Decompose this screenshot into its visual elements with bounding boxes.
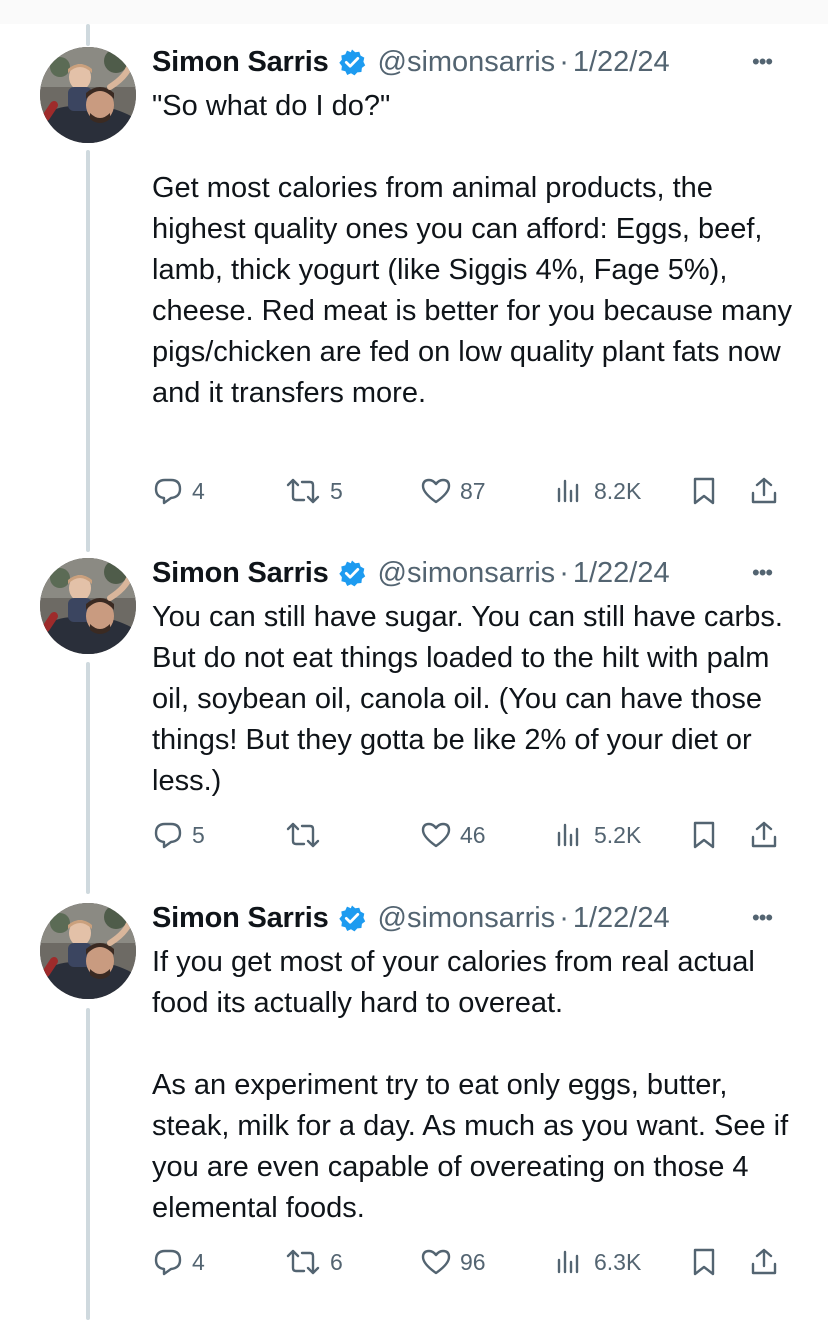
bookmark-icon xyxy=(693,477,715,505)
like-count: 96 xyxy=(460,1248,486,1275)
bookmark-button[interactable] xyxy=(688,471,720,511)
repost-icon xyxy=(286,1249,320,1275)
author-name[interactable]: Simon Sarris xyxy=(152,902,329,935)
share-button[interactable] xyxy=(748,815,780,855)
views-chart-icon xyxy=(557,823,579,847)
thread-line xyxy=(86,662,90,894)
more-options-icon[interactable]: ••• xyxy=(752,562,788,584)
reply-button[interactable]: 4 xyxy=(152,1242,205,1282)
reply-icon xyxy=(154,822,182,849)
verified-badge-icon xyxy=(337,48,366,76)
views-chart-icon xyxy=(557,479,579,503)
avatar[interactable] xyxy=(40,903,136,999)
bookmark-button[interactable] xyxy=(688,1242,720,1282)
like-button[interactable]: 96 xyxy=(420,1242,486,1282)
top-strip xyxy=(0,0,828,24)
tweet-date[interactable]: 1/22/24 xyxy=(573,902,670,935)
bookmark-button[interactable] xyxy=(688,815,720,855)
reply-count: 4 xyxy=(192,1248,205,1275)
separator-dot: · xyxy=(559,901,569,934)
avatar[interactable] xyxy=(40,47,136,143)
tweet-actions: 4 6 96 6.3K xyxy=(152,1242,792,1282)
like-button[interactable]: 87 xyxy=(420,471,486,511)
author-handle[interactable]: @simonsarris xyxy=(378,46,556,79)
heart-icon xyxy=(421,478,451,504)
bookmark-icon xyxy=(693,821,715,849)
more-options-icon[interactable]: ••• xyxy=(752,907,788,929)
thread-line xyxy=(86,1008,90,1320)
tweet-header: Simon Sarris @simonsarris · 1/22/24 xyxy=(152,42,670,82)
view-count: 6.3K xyxy=(594,1248,642,1275)
repost-count: 5 xyxy=(330,477,343,504)
views-button[interactable]: 8.2K xyxy=(554,471,641,511)
like-count: 87 xyxy=(460,477,486,504)
reply-count: 5 xyxy=(192,821,205,848)
separator-dot: · xyxy=(559,45,569,78)
like-button[interactable]: 46 xyxy=(420,815,486,855)
heart-icon xyxy=(421,1249,451,1275)
author-name[interactable]: Simon Sarris xyxy=(152,46,329,79)
thread-line xyxy=(86,150,90,552)
repost-button[interactable]: 6 xyxy=(284,1242,343,1282)
repost-count: 6 xyxy=(330,1248,343,1275)
bookmark-icon xyxy=(693,1248,715,1276)
share-button[interactable] xyxy=(748,471,780,511)
reply-count: 4 xyxy=(192,477,205,504)
tweet-text: If you get most of your calories from re… xyxy=(152,946,789,1224)
tweet-header: Simon Sarris @simonsarris · 1/22/24 xyxy=(152,898,670,938)
repost-icon xyxy=(286,822,320,848)
author-handle[interactable]: @simonsarris xyxy=(378,557,556,590)
share-icon xyxy=(751,1248,777,1275)
reply-button[interactable]: 5 xyxy=(152,815,205,855)
repost-icon xyxy=(286,478,320,504)
reply-icon xyxy=(154,1249,182,1276)
like-count: 46 xyxy=(460,821,486,848)
views-button[interactable]: 5.2K xyxy=(554,815,641,855)
author-name[interactable]: Simon Sarris xyxy=(152,557,329,590)
thread-line xyxy=(86,24,90,46)
separator-dot: · xyxy=(559,556,569,589)
verified-badge-icon xyxy=(337,904,366,932)
views-chart-icon xyxy=(557,1250,579,1274)
share-icon xyxy=(751,477,777,504)
tweet-text: You can still have sugar. You can still … xyxy=(152,601,791,797)
tweet-actions: 5 46 5.2K xyxy=(152,815,792,855)
view-count: 5.2K xyxy=(594,821,642,848)
reply-button[interactable]: 4 xyxy=(152,471,205,511)
author-handle[interactable]: @simonsarris xyxy=(378,902,556,935)
repost-button[interactable] xyxy=(284,815,330,855)
repost-button[interactable]: 5 xyxy=(284,471,343,511)
views-button[interactable]: 6.3K xyxy=(554,1242,641,1282)
tweet-header: Simon Sarris @simonsarris · 1/22/24 xyxy=(152,553,670,593)
avatar[interactable] xyxy=(40,558,136,654)
tweet-actions: 4 5 87 8.2K xyxy=(152,471,792,511)
verified-badge-icon xyxy=(337,559,366,587)
more-options-icon[interactable]: ••• xyxy=(752,51,788,73)
tweet-text: "So what do I do?" Get most calories fro… xyxy=(152,90,792,409)
reply-icon xyxy=(154,478,182,505)
tweet-date[interactable]: 1/22/24 xyxy=(573,557,670,590)
share-icon xyxy=(751,821,777,848)
view-count: 8.2K xyxy=(594,477,642,504)
share-button[interactable] xyxy=(748,1242,780,1282)
tweet-date[interactable]: 1/22/24 xyxy=(573,46,670,79)
heart-icon xyxy=(421,822,451,848)
